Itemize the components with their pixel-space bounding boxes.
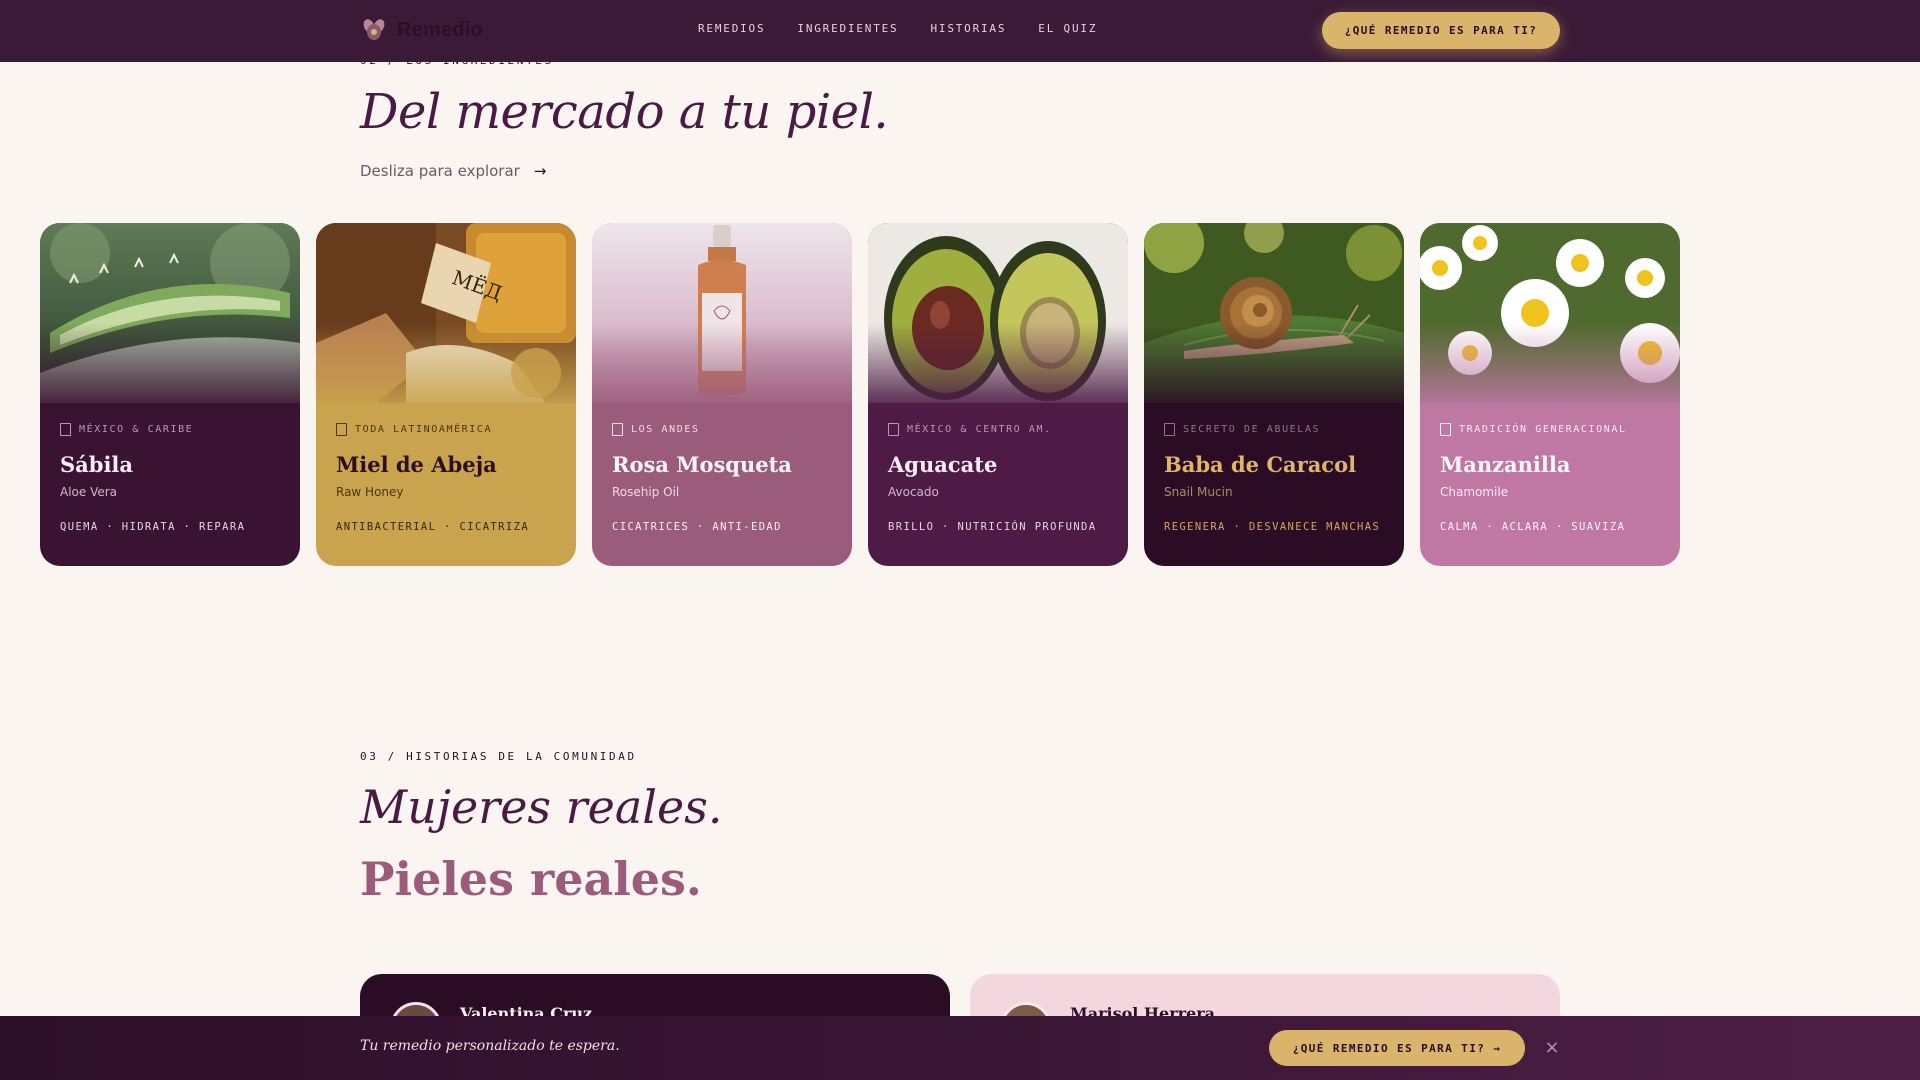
nav-link-remedios[interactable]: REMEDIOS bbox=[698, 22, 765, 35]
region-pin-icon bbox=[60, 423, 71, 436]
card-image-fade bbox=[316, 323, 576, 413]
card-name: Sábila bbox=[60, 452, 134, 477]
card-image-fade bbox=[40, 323, 300, 413]
card-name: Miel de Abeja bbox=[336, 452, 497, 477]
close-icon[interactable]: × bbox=[1540, 1036, 1564, 1060]
card-region: LOS ANDES bbox=[612, 423, 836, 436]
quiz-cta-button[interactable]: ¿QUÉ REMEDIO ES PARA TI? bbox=[1322, 12, 1560, 49]
region-pin-icon bbox=[1440, 423, 1451, 436]
arrow-right-icon: → bbox=[533, 162, 547, 180]
card-subtitle: Avocado bbox=[888, 485, 939, 499]
card-tags: BRILLO · NUTRICIÓN PROFUNDA bbox=[888, 521, 1097, 533]
nav-link-ingredientes[interactable]: INGREDIENTES bbox=[797, 22, 898, 35]
card-region: MÉXICO & CARIBE bbox=[60, 423, 284, 436]
brand-logo-link[interactable]: Remedio bbox=[361, 17, 483, 43]
card-region-text: MÉXICO & CARIBE bbox=[79, 424, 194, 435]
card-tags: CALMA · ACLARA · SUAVIZA bbox=[1440, 521, 1626, 533]
card-region-text: SECRETO DE ABUELAS bbox=[1183, 424, 1321, 435]
card-name: Rosa Mosqueta bbox=[612, 452, 792, 477]
card-subtitle: Chamomile bbox=[1440, 485, 1509, 499]
sticky-quiz-button[interactable]: ¿QUÉ REMEDIO ES PARA TI? → bbox=[1269, 1030, 1525, 1066]
card-region-text: TRADICIÓN GENERACIONAL bbox=[1459, 424, 1627, 435]
sticky-message: Tu remedio personalizado te espera. bbox=[360, 1038, 620, 1054]
card-region: SECRETO DE ABUELAS bbox=[1164, 423, 1388, 436]
card-region-text: TODA LATINOAMÉRICA bbox=[355, 424, 493, 435]
card-subtitle: Snail Mucin bbox=[1164, 485, 1233, 499]
card-region: TRADICIÓN GENERACIONAL bbox=[1440, 423, 1664, 436]
card-image-fade bbox=[1420, 323, 1680, 413]
card-region-text: LOS ANDES bbox=[631, 424, 700, 435]
card-name: Aguacate bbox=[888, 452, 998, 477]
nav-links: REMEDIOS INGREDIENTES HISTORIAS EL QUIZ bbox=[698, 22, 1129, 35]
card-tags: CICATRICES · ANTI-EDAD bbox=[612, 521, 782, 533]
region-pin-icon bbox=[888, 423, 899, 436]
region-pin-icon bbox=[336, 423, 347, 436]
sticky-cta-bar: Tu remedio personalizado te espera. ¿QUÉ… bbox=[0, 1016, 1920, 1080]
card-body: MÉXICO & CARIBE Sábila Aloe Vera QUEMA ·… bbox=[60, 423, 284, 535]
ingredient-card-baba-caracol[interactable]: SECRETO DE ABUELAS Baba de Caracol Snail… bbox=[1144, 223, 1404, 566]
card-subtitle: Aloe Vera bbox=[60, 485, 118, 499]
card-tags: QUEMA · HIDRATA · REPARA bbox=[60, 521, 246, 533]
stories-subtitle: Pieles reales. bbox=[360, 852, 702, 906]
card-body: MÉXICO & CENTRO AM. Aguacate Avocado BRI… bbox=[888, 423, 1112, 535]
card-tags: REGENERA · DESVANECE MANCHAS bbox=[1164, 521, 1381, 533]
flower-logo-icon bbox=[363, 19, 385, 40]
section-label-stories: 03 / HISTORIAS DE LA COMUNIDAD bbox=[360, 750, 637, 763]
card-subtitle: Raw Honey bbox=[336, 485, 404, 499]
ingredients-title: Del mercado a tu piel. bbox=[360, 84, 889, 140]
ingredient-card-rosa-mosqueta[interactable]: LOS ANDES Rosa Mosqueta Rosehip Oil CICA… bbox=[592, 223, 852, 566]
card-image-fade bbox=[592, 323, 852, 413]
card-body: TRADICIÓN GENERACIONAL Manzanilla Chamom… bbox=[1440, 423, 1664, 535]
swipe-hint: Desliza para explorar → bbox=[360, 162, 546, 180]
card-body: TODA LATINOAMÉRICA Miel de Abeja Raw Hon… bbox=[336, 423, 560, 535]
top-navbar: Remedio REMEDIOS INGREDIENTES HISTORIAS … bbox=[0, 0, 1920, 62]
ingredient-card-aguacate[interactable]: MÉXICO & CENTRO AM. Aguacate Avocado BRI… bbox=[868, 223, 1128, 566]
nav-link-historias[interactable]: HISTORIAS bbox=[930, 22, 1006, 35]
card-name: Manzanilla bbox=[1440, 452, 1571, 477]
region-pin-icon bbox=[1164, 423, 1175, 436]
card-region: TODA LATINOAMÉRICA bbox=[336, 423, 560, 436]
stories-title: Mujeres reales. bbox=[360, 780, 723, 834]
card-name: Baba de Caracol bbox=[1164, 452, 1357, 477]
ingredient-card-miel[interactable]: МЁД TODA LATINOAMÉRICA Miel de Abeja Raw… bbox=[316, 223, 576, 566]
card-tags: ANTIBACTERIAL · CICATRIZA bbox=[336, 521, 530, 533]
region-pin-icon bbox=[612, 423, 623, 436]
card-region: MÉXICO & CENTRO AM. bbox=[888, 423, 1112, 436]
card-image-fade bbox=[868, 323, 1128, 413]
card-region-text: MÉXICO & CENTRO AM. bbox=[907, 424, 1052, 435]
card-body: LOS ANDES Rosa Mosqueta Rosehip Oil CICA… bbox=[612, 423, 836, 535]
nav-link-quiz[interactable]: EL QUIZ bbox=[1038, 22, 1097, 35]
card-body: SECRETO DE ABUELAS Baba de Caracol Snail… bbox=[1164, 423, 1388, 535]
card-subtitle: Rosehip Oil bbox=[612, 485, 680, 499]
card-image-fade bbox=[1144, 323, 1404, 413]
swipe-hint-text: Desliza para explorar bbox=[360, 162, 520, 180]
ingredient-card-manzanilla[interactable]: TRADICIÓN GENERACIONAL Manzanilla Chamom… bbox=[1420, 223, 1680, 566]
brand-name: Remedio bbox=[397, 18, 483, 41]
ingredient-card-sabila[interactable]: MÉXICO & CARIBE Sábila Aloe Vera QUEMA ·… bbox=[40, 223, 300, 566]
ingredient-carousel[interactable]: MÉXICO & CARIBE Sábila Aloe Vera QUEMA ·… bbox=[40, 223, 1680, 566]
